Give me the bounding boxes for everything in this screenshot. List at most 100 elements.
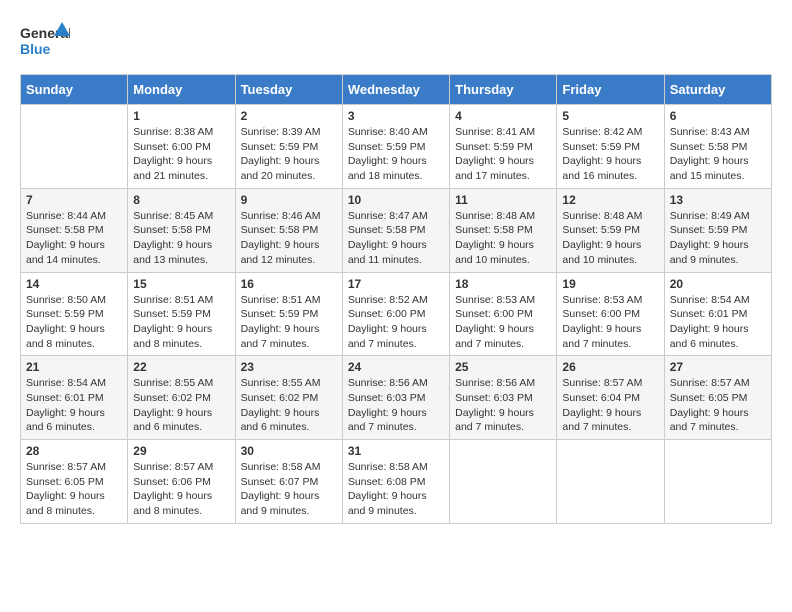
- day-info: Sunrise: 8:48 AM Sunset: 5:59 PM Dayligh…: [562, 209, 658, 268]
- day-info: Sunrise: 8:44 AM Sunset: 5:58 PM Dayligh…: [26, 209, 122, 268]
- day-info: Sunrise: 8:52 AM Sunset: 6:00 PM Dayligh…: [348, 293, 444, 352]
- day-info: Sunrise: 8:43 AM Sunset: 5:58 PM Dayligh…: [670, 125, 766, 184]
- day-number: 18: [455, 277, 551, 291]
- day-info: Sunrise: 8:38 AM Sunset: 6:00 PM Dayligh…: [133, 125, 229, 184]
- day-info: Sunrise: 8:55 AM Sunset: 6:02 PM Dayligh…: [133, 376, 229, 435]
- day-number: 21: [26, 360, 122, 374]
- day-info: Sunrise: 8:58 AM Sunset: 6:08 PM Dayligh…: [348, 460, 444, 519]
- day-number: 7: [26, 193, 122, 207]
- day-info: Sunrise: 8:47 AM Sunset: 5:58 PM Dayligh…: [348, 209, 444, 268]
- day-number: 2: [241, 109, 337, 123]
- header-day-thursday: Thursday: [450, 75, 557, 105]
- day-info: Sunrise: 8:56 AM Sunset: 6:03 PM Dayligh…: [348, 376, 444, 435]
- header-day-saturday: Saturday: [664, 75, 771, 105]
- day-number: 5: [562, 109, 658, 123]
- day-info: Sunrise: 8:55 AM Sunset: 6:02 PM Dayligh…: [241, 376, 337, 435]
- day-number: 26: [562, 360, 658, 374]
- header-day-tuesday: Tuesday: [235, 75, 342, 105]
- week-row-4: 21 Sunrise: 8:54 AM Sunset: 6:01 PM Dayli…: [21, 356, 772, 440]
- day-info: Sunrise: 8:45 AM Sunset: 5:58 PM Dayligh…: [133, 209, 229, 268]
- svg-text:Blue: Blue: [20, 41, 51, 57]
- calendar-cell: 8 Sunrise: 8:45 AM Sunset: 5:58 PM Daylig…: [128, 188, 235, 272]
- calendar-cell: 30 Sunrise: 8:58 AM Sunset: 6:07 PM Dayli…: [235, 440, 342, 524]
- calendar-cell: 5 Sunrise: 8:42 AM Sunset: 5:59 PM Daylig…: [557, 105, 664, 189]
- calendar-cell: 12Sunrise: 8:48 AM Sunset: 5:59 PM Dayli…: [557, 188, 664, 272]
- calendar-cell: 3Sunrise: 8:40 AM Sunset: 5:59 PM Daylig…: [342, 105, 449, 189]
- day-info: Sunrise: 8:53 AM Sunset: 6:00 PM Dayligh…: [562, 293, 658, 352]
- calendar-cell: [557, 440, 664, 524]
- calendar-cell: 2 Sunrise: 8:39 AM Sunset: 5:59 PM Daylig…: [235, 105, 342, 189]
- day-number: 14: [26, 277, 122, 291]
- calendar-cell: 1 Sunrise: 8:38 AM Sunset: 6:00 PM Daylig…: [128, 105, 235, 189]
- calendar-cell: 14 Sunrise: 8:50 AM Sunset: 5:59 PM Dayli…: [21, 272, 128, 356]
- day-number: 31: [348, 444, 444, 458]
- calendar-cell: 13 Sunrise: 8:49 AM Sunset: 5:59 PM Dayli…: [664, 188, 771, 272]
- calendar-cell: 19 Sunrise: 8:53 AM Sunset: 6:00 PM Dayli…: [557, 272, 664, 356]
- day-info: Sunrise: 8:56 AM Sunset: 6:03 PM Dayligh…: [455, 376, 551, 435]
- calendar-cell: 26 Sunrise: 8:57 AM Sunset: 6:04 PM Dayli…: [557, 356, 664, 440]
- day-number: 15: [133, 277, 229, 291]
- calendar-cell: 16 Sunrise: 8:51 AM Sunset: 5:59 PM Dayli…: [235, 272, 342, 356]
- logo-svg: General Blue: [20, 20, 70, 64]
- week-row-3: 14 Sunrise: 8:50 AM Sunset: 5:59 PM Dayli…: [21, 272, 772, 356]
- week-row-5: 28Sunrise: 8:57 AM Sunset: 6:05 PM Dayli…: [21, 440, 772, 524]
- day-number: 1: [133, 109, 229, 123]
- header-day-monday: Monday: [128, 75, 235, 105]
- day-info: Sunrise: 8:58 AM Sunset: 6:07 PM Dayligh…: [241, 460, 337, 519]
- day-info: Sunrise: 8:54 AM Sunset: 6:01 PM Dayligh…: [26, 376, 122, 435]
- page-header: General Blue: [20, 20, 772, 64]
- day-info: Sunrise: 8:39 AM Sunset: 5:59 PM Dayligh…: [241, 125, 337, 184]
- calendar-cell: 7 Sunrise: 8:44 AM Sunset: 5:58 PM Daylig…: [21, 188, 128, 272]
- day-number: 4: [455, 109, 551, 123]
- day-info: Sunrise: 8:57 AM Sunset: 6:04 PM Dayligh…: [562, 376, 658, 435]
- calendar-cell: 28Sunrise: 8:57 AM Sunset: 6:05 PM Dayli…: [21, 440, 128, 524]
- day-info: Sunrise: 8:57 AM Sunset: 6:06 PM Dayligh…: [133, 460, 229, 519]
- header-day-friday: Friday: [557, 75, 664, 105]
- day-number: 10: [348, 193, 444, 207]
- day-info: Sunrise: 8:51 AM Sunset: 5:59 PM Dayligh…: [133, 293, 229, 352]
- calendar-cell: 6 Sunrise: 8:43 AM Sunset: 5:58 PM Daylig…: [664, 105, 771, 189]
- calendar-cell: 22Sunrise: 8:55 AM Sunset: 6:02 PM Dayli…: [128, 356, 235, 440]
- day-info: Sunrise: 8:54 AM Sunset: 6:01 PM Dayligh…: [670, 293, 766, 352]
- logo: General Blue: [20, 20, 70, 64]
- week-row-2: 7 Sunrise: 8:44 AM Sunset: 5:58 PM Daylig…: [21, 188, 772, 272]
- day-info: Sunrise: 8:50 AM Sunset: 5:59 PM Dayligh…: [26, 293, 122, 352]
- calendar-cell: 9Sunrise: 8:46 AM Sunset: 5:58 PM Daylig…: [235, 188, 342, 272]
- calendar-cell: 24 Sunrise: 8:56 AM Sunset: 6:03 PM Dayli…: [342, 356, 449, 440]
- calendar-cell: 31 Sunrise: 8:58 AM Sunset: 6:08 PM Dayli…: [342, 440, 449, 524]
- calendar-cell: 20 Sunrise: 8:54 AM Sunset: 6:01 PM Dayli…: [664, 272, 771, 356]
- day-number: 30: [241, 444, 337, 458]
- day-info: Sunrise: 8:41 AM Sunset: 5:59 PM Dayligh…: [455, 125, 551, 184]
- day-number: 8: [133, 193, 229, 207]
- day-info: Sunrise: 8:57 AM Sunset: 6:05 PM Dayligh…: [670, 376, 766, 435]
- calendar-cell: 27 Sunrise: 8:57 AM Sunset: 6:05 PM Dayli…: [664, 356, 771, 440]
- day-number: 19: [562, 277, 658, 291]
- week-row-1: 1 Sunrise: 8:38 AM Sunset: 6:00 PM Daylig…: [21, 105, 772, 189]
- calendar-cell: 25Sunrise: 8:56 AM Sunset: 6:03 PM Dayli…: [450, 356, 557, 440]
- day-number: 24: [348, 360, 444, 374]
- day-info: Sunrise: 8:51 AM Sunset: 5:59 PM Dayligh…: [241, 293, 337, 352]
- day-info: Sunrise: 8:42 AM Sunset: 5:59 PM Dayligh…: [562, 125, 658, 184]
- calendar-cell: 11Sunrise: 8:48 AM Sunset: 5:58 PM Dayli…: [450, 188, 557, 272]
- day-number: 28: [26, 444, 122, 458]
- calendar-cell: 18 Sunrise: 8:53 AM Sunset: 6:00 PM Dayli…: [450, 272, 557, 356]
- calendar-cell: 15 Sunrise: 8:51 AM Sunset: 5:59 PM Dayli…: [128, 272, 235, 356]
- calendar-cell: 29Sunrise: 8:57 AM Sunset: 6:06 PM Dayli…: [128, 440, 235, 524]
- day-number: 11: [455, 193, 551, 207]
- header-day-sunday: Sunday: [21, 75, 128, 105]
- calendar-cell: 4 Sunrise: 8:41 AM Sunset: 5:59 PM Daylig…: [450, 105, 557, 189]
- day-number: 13: [670, 193, 766, 207]
- day-info: Sunrise: 8:49 AM Sunset: 5:59 PM Dayligh…: [670, 209, 766, 268]
- day-number: 16: [241, 277, 337, 291]
- day-number: 6: [670, 109, 766, 123]
- day-info: Sunrise: 8:53 AM Sunset: 6:00 PM Dayligh…: [455, 293, 551, 352]
- day-number: 27: [670, 360, 766, 374]
- calendar-table: SundayMondayTuesdayWednesdayThursdayFrid…: [20, 74, 772, 524]
- calendar-cell: 17Sunrise: 8:52 AM Sunset: 6:00 PM Dayli…: [342, 272, 449, 356]
- calendar-cell: [450, 440, 557, 524]
- day-number: 20: [670, 277, 766, 291]
- calendar-cell: 21 Sunrise: 8:54 AM Sunset: 6:01 PM Dayli…: [21, 356, 128, 440]
- calendar-header-row: SundayMondayTuesdayWednesdayThursdayFrid…: [21, 75, 772, 105]
- header-day-wednesday: Wednesday: [342, 75, 449, 105]
- calendar-cell: [664, 440, 771, 524]
